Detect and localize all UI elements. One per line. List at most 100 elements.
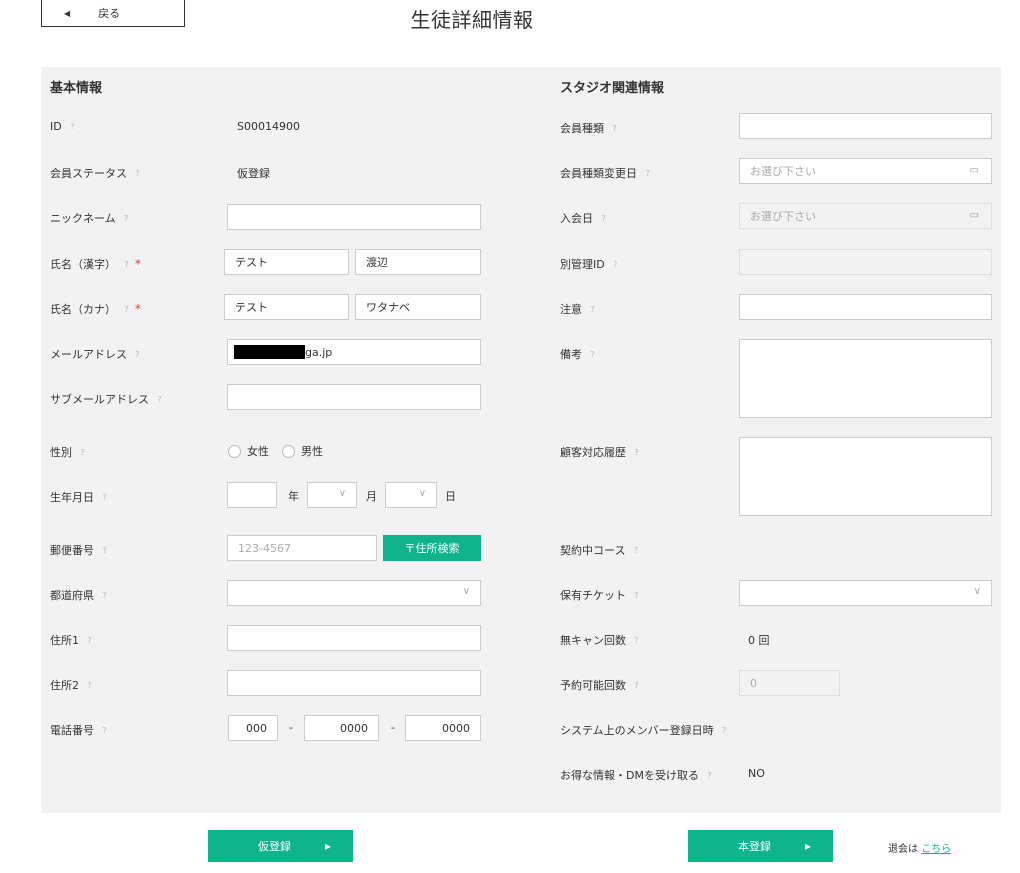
history-textarea[interactable] — [739, 437, 992, 516]
day-unit: 日 — [445, 490, 456, 503]
address1-input[interactable] — [227, 625, 481, 651]
help-icon[interactable]: ? — [132, 168, 143, 179]
name-kana-label: 氏名（カナ）? * — [50, 302, 141, 316]
required-mark: * — [135, 302, 141, 316]
help-icon[interactable]: ? — [630, 545, 641, 556]
birth-month-select[interactable]: ∨ — [307, 482, 357, 508]
help-icon[interactable]: ? — [99, 545, 110, 556]
help-icon[interactable]: ? — [84, 635, 95, 646]
phone-part1-input[interactable]: 000 — [228, 715, 278, 741]
member-type-change-label: 会員種類変更日? — [560, 165, 653, 181]
phone-part3-input[interactable]: 0000 — [405, 715, 481, 741]
birthdate-label: 生年月日? — [50, 489, 110, 505]
join-date-input: お選び下さい ▭ — [739, 203, 992, 229]
phone-separator: - — [289, 721, 293, 734]
help-icon[interactable]: ? — [99, 492, 110, 503]
help-icon[interactable]: ? — [610, 259, 621, 270]
address2-input[interactable] — [227, 670, 481, 696]
nickname-label: ニックネーム? — [50, 210, 132, 226]
help-icon[interactable]: ? — [121, 213, 132, 224]
help-icon[interactable]: ? — [631, 635, 642, 646]
gender-male-radio[interactable]: 男性 — [282, 443, 323, 459]
gender-female-radio[interactable]: 女性 — [228, 443, 269, 459]
help-icon[interactable]: ? — [121, 259, 132, 270]
phone-part2-input[interactable]: 0000 — [304, 715, 379, 741]
last-name-kana-input[interactable]: テスト — [224, 294, 349, 320]
help-icon[interactable]: ? — [132, 349, 143, 360]
notes-label: 備考? — [560, 346, 598, 362]
last-name-kanji-input[interactable]: テスト — [224, 249, 349, 275]
reservable-input: 0 — [739, 670, 840, 696]
prefecture-label: 都道府県? — [50, 587, 110, 603]
ticket-label: 保有チケット? — [560, 587, 642, 603]
sub-email-input[interactable] — [227, 384, 481, 410]
ticket-select[interactable]: ∨ — [739, 580, 992, 606]
calendar-icon: ▭ — [969, 210, 979, 221]
triangle-right-icon: ▶ — [324, 841, 331, 851]
birth-year-input[interactable] — [227, 482, 277, 508]
first-name-kanji-input[interactable]: 渡辺 — [355, 249, 481, 275]
chevron-down-icon: ∨ — [418, 488, 426, 499]
help-icon[interactable]: ? — [84, 680, 95, 691]
help-icon[interactable]: ? — [99, 725, 110, 736]
radio-circle — [228, 444, 241, 458]
month-unit: 月 — [366, 490, 377, 503]
triangle-right-icon: ▶ — [804, 841, 811, 851]
address-search-button[interactable]: 〒住所検索 — [383, 535, 481, 561]
member-type-change-date[interactable]: お選び下さい ▭ — [739, 158, 992, 184]
help-icon[interactable]: ? — [121, 304, 132, 315]
help-icon[interactable]: ? — [631, 680, 642, 691]
prefecture-select[interactable]: ∨ — [227, 580, 481, 606]
help-icon[interactable]: ? — [154, 394, 165, 405]
help-icon[interactable]: ? — [719, 725, 730, 736]
member-type-label: 会員種類? — [560, 120, 620, 136]
birth-day-select[interactable]: ∨ — [385, 482, 437, 508]
help-icon[interactable]: ? — [587, 304, 598, 315]
postal-input[interactable]: 123-4567 — [227, 535, 377, 561]
basic-info-title: 基本情報 — [50, 81, 103, 96]
help-icon[interactable]: ? — [631, 447, 642, 458]
caution-label: 注意? — [560, 301, 598, 317]
year-unit: 年 — [288, 490, 299, 503]
gender-label: 性別? — [50, 444, 88, 460]
provisional-register-button[interactable]: 仮登録 ▶ — [208, 830, 353, 862]
caution-input[interactable] — [739, 294, 992, 320]
history-label: 顧客対応履歴? — [560, 444, 642, 460]
radio-circle — [282, 444, 295, 458]
nickname-input[interactable] — [227, 204, 481, 230]
withdraw-link[interactable]: こちら — [921, 844, 951, 855]
name-kanji-label: 氏名（漢字）? * — [50, 257, 141, 271]
nocancel-value: 0 回 — [748, 634, 770, 647]
dm-value: NO — [748, 767, 765, 780]
sub-email-label: サブメールアドレス? — [50, 391, 165, 407]
page-title: 生徒詳細情報 — [410, 8, 534, 32]
first-name-kana-input[interactable]: ワタナベ — [355, 294, 481, 320]
postal-label: 郵便番号? — [50, 542, 110, 558]
help-icon[interactable]: ? — [99, 590, 110, 601]
email-input[interactable]: ga.jp — [227, 339, 481, 365]
address2-label: 住所2? — [50, 677, 95, 693]
help-icon[interactable]: ? — [77, 447, 88, 458]
address1-label: 住所1? — [50, 632, 95, 648]
alt-id-input — [739, 249, 992, 275]
chevron-down-icon: ∨ — [973, 586, 981, 597]
register-button[interactable]: 本登録 ▶ — [688, 830, 833, 862]
calendar-icon: ▭ — [969, 165, 979, 176]
member-type-input[interactable] — [739, 113, 992, 139]
help-icon[interactable]: ? — [587, 349, 598, 360]
help-icon[interactable]: ? — [631, 590, 642, 601]
help-icon[interactable]: ? — [704, 770, 715, 781]
help-icon[interactable]: ? — [67, 121, 78, 132]
required-mark: * — [135, 257, 141, 271]
phone-label: 電話番号? — [50, 722, 110, 738]
help-icon[interactable]: ? — [598, 213, 609, 224]
redaction-bar — [234, 345, 305, 359]
alt-id-label: 別管理ID? — [560, 256, 621, 272]
help-icon[interactable]: ? — [609, 123, 620, 134]
notes-textarea[interactable] — [739, 339, 992, 418]
course-label: 契約中コース? — [560, 542, 641, 558]
status-value: 仮登録 — [237, 167, 270, 180]
status-label: 会員ステータス? — [50, 165, 143, 181]
chevron-down-icon: ∨ — [462, 586, 470, 597]
help-icon[interactable]: ? — [642, 168, 653, 179]
